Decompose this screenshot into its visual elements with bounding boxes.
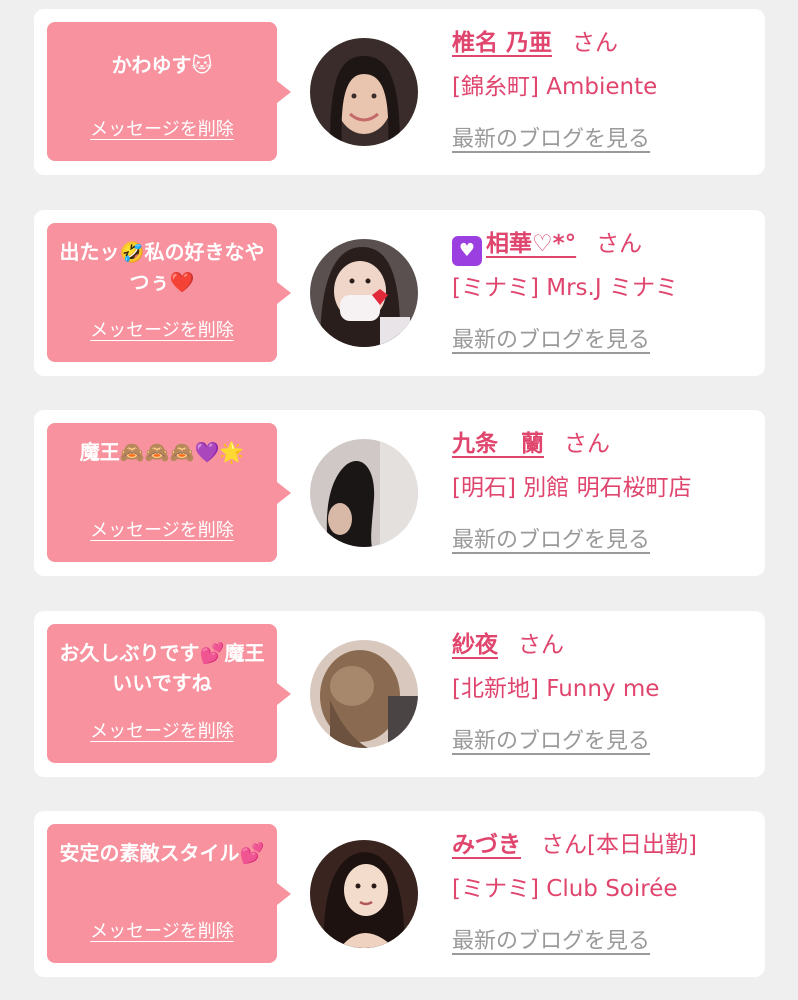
honorific: さん — [572, 30, 619, 56]
girl-info: みづき さん[本日出勤] [ミナミ] Club Soirée 最新のブログを見る — [452, 825, 762, 955]
shop-name: [ミナミ] Mrs.J ミナミ — [452, 275, 678, 301]
view-blog-link[interactable]: 最新のブログを見る — [452, 322, 650, 354]
message-bubble: 魔王🙈🙈🙈💜🌟 メッセージを削除 — [47, 423, 291, 562]
girl-name-link[interactable]: 椎名 乃亜 — [452, 30, 552, 56]
name-line: 椎名 乃亜 さん — [452, 23, 762, 63]
message-text: お久しぶりです💕魔王いいですね — [59, 641, 265, 695]
shop-name: [錦糸町] Ambiente — [452, 74, 658, 100]
purple-heart-box-icon: ♥ — [452, 236, 482, 266]
view-blog-link[interactable]: 最新のブログを見る — [452, 723, 650, 755]
message-text: 安定の素敵スタイル💕 — [59, 841, 265, 865]
message-card: 安定の素敵スタイル💕 メッセージを削除 みづき さん[本日出勤] [ミナミ] Cl… — [34, 811, 765, 977]
avatar[interactable] — [310, 38, 418, 146]
honorific: さん[本日出勤] — [541, 832, 697, 858]
message-text: かわゆす🐱 — [111, 53, 213, 77]
name-line: 九条 蘭さん — [452, 424, 762, 464]
avatar[interactable] — [310, 640, 418, 748]
view-blog-link[interactable]: 最新のブログを見る — [452, 121, 650, 153]
message-bubble: かわゆす🐱 メッセージを削除 — [47, 22, 291, 161]
delete-message-link[interactable]: メッセージを削除 — [47, 115, 277, 141]
girl-name-link[interactable]: 九条 蘭 — [452, 431, 544, 457]
girl-name-link[interactable]: 紗夜 — [452, 632, 498, 658]
avatar[interactable] — [310, 239, 418, 347]
delete-message-link[interactable]: メッセージを削除 — [47, 717, 277, 743]
honorific: さん — [564, 431, 610, 457]
name-line: 紗夜 さん — [452, 625, 762, 665]
name-line: みづき さん[本日出勤] — [452, 825, 762, 865]
view-blog-link[interactable]: 最新のブログを見る — [452, 923, 650, 955]
delete-message-link[interactable]: メッセージを削除 — [47, 316, 277, 342]
name-line: ♥ 相華♡*° さん — [452, 224, 762, 266]
girl-info: 紗夜 さん [北新地] Funny me 最新のブログを見る — [452, 625, 762, 755]
honorific: さん — [518, 632, 564, 658]
delete-message-link[interactable]: メッセージを削除 — [47, 917, 277, 943]
girl-info: ♥ 相華♡*° さん [ミナミ] Mrs.J ミナミ 最新のブログを見る — [452, 224, 762, 354]
message-text: 魔王🙈🙈🙈💜🌟 — [79, 440, 245, 464]
girl-name-link[interactable]: 相華♡*° — [486, 231, 576, 257]
message-card: お久しぶりです💕魔王いいですね メッセージを削除 紗夜 さん [北新地] Funn… — [34, 611, 765, 777]
view-blog-link[interactable]: 最新のブログを見る — [452, 522, 650, 554]
message-text: 出たッ🤣私の好きなやつぅ❤️ — [59, 240, 265, 294]
girl-info: 九条 蘭さん [明石] 別館 明石桜町店 最新のブログを見る — [452, 424, 762, 554]
message-bubble: 出たッ🤣私の好きなやつぅ❤️ メッセージを削除 — [47, 223, 291, 362]
shop-name: [ミナミ] Club Soirée — [452, 876, 678, 902]
avatar[interactable] — [310, 840, 418, 948]
message-bubble: お久しぶりです💕魔王いいですね メッセージを削除 — [47, 624, 291, 763]
message-card: 出たッ🤣私の好きなやつぅ❤️ メッセージを削除 ♥ 相華♡*° さん [ミナミ] M… — [34, 210, 765, 376]
message-card: かわゆす🐱 メッセージを削除 椎名 乃亜 さん [錦糸町] Ambiente 最新… — [34, 9, 765, 175]
avatar[interactable] — [310, 439, 418, 547]
girl-info: 椎名 乃亜 さん [錦糸町] Ambiente 最新のブログを見る — [452, 23, 762, 153]
girl-name-link[interactable]: みづき — [452, 832, 521, 858]
honorific: さん — [596, 231, 643, 257]
shop-name: [北新地] Funny me — [452, 676, 660, 702]
delete-message-link[interactable]: メッセージを削除 — [47, 516, 277, 542]
shop-name: [明石] 別館 明石桜町店 — [452, 475, 692, 501]
message-card: 魔王🙈🙈🙈💜🌟 メッセージを削除 九条 蘭さん [明石] 別館 明石桜町店 最新… — [34, 410, 765, 576]
message-bubble: 安定の素敵スタイル💕 メッセージを削除 — [47, 824, 291, 963]
